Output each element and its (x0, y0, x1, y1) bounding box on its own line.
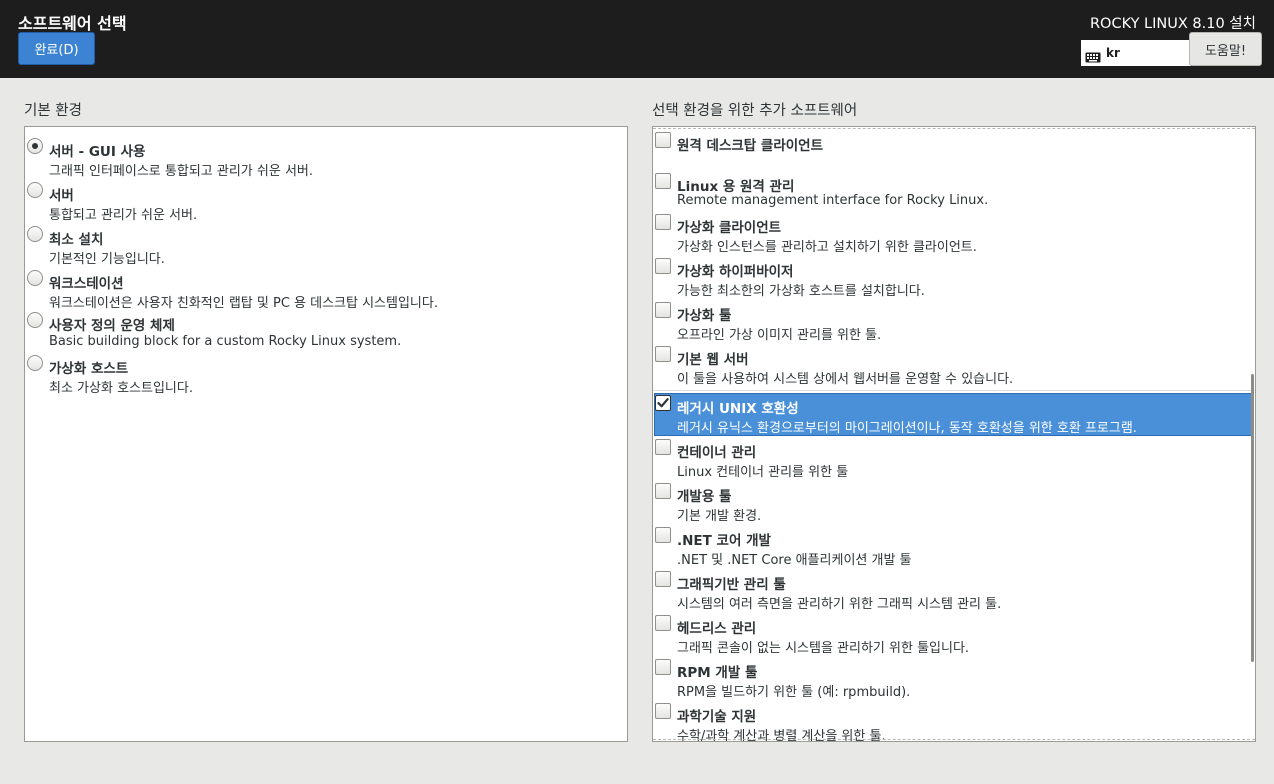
checkbox[interactable] (655, 483, 671, 499)
base-environment-label: 기본 환경 (24, 103, 82, 119)
item-desc: Linux 컨테이너 관리를 위한 툴 (677, 465, 849, 480)
item-name: 레거시 UNIX 호환성 (677, 401, 799, 417)
radio[interactable] (27, 226, 43, 242)
keyboard-icon (1085, 48, 1101, 62)
item-name: 컨테이너 관리 (677, 445, 757, 461)
radio[interactable] (27, 312, 43, 328)
checkbox[interactable] (655, 659, 671, 675)
keyboard-layout-code: kr (1106, 46, 1120, 60)
item-name: 워크스테이션 (49, 276, 124, 292)
base-environment-list[interactable]: 서버 - GUI 사용 그래픽 인터페이스로 통합되고 관리가 쉬운 서버. 서… (24, 126, 628, 742)
list-bottom-edge (653, 739, 1255, 740)
item-name: 서버 - GUI 사용 (49, 144, 146, 160)
checkbox[interactable] (655, 132, 671, 148)
header-bar: 소프트웨어 선택 완료(D) ROCKY LINUX 8.10 설치 kr 도움… (0, 0, 1274, 78)
item-name: 가상화 하이퍼바이저 (677, 264, 794, 280)
item-name: 헤드리스 관리 (677, 621, 757, 637)
checkbox[interactable] (655, 214, 671, 230)
item-desc: 가능한 최소한의 가상화 호스트를 설치합니다. (677, 284, 925, 299)
done-button[interactable]: 완료(D) (18, 32, 95, 65)
radio-selected[interactable] (27, 138, 43, 154)
item-desc: 기본적인 기능입니다. (49, 252, 165, 267)
item-desc: Basic building block for a custom Rocky … (49, 334, 402, 349)
item-desc: 최소 가상화 호스트입니다. (49, 381, 193, 396)
item-name: 개발용 툴 (677, 489, 732, 505)
page-title: 소프트웨어 선택 (18, 14, 127, 33)
item-name: 그래픽기반 관리 툴 (677, 577, 786, 593)
checkbox[interactable] (655, 439, 671, 455)
checkbox[interactable] (655, 527, 671, 543)
item-desc: 가상화 인스턴스를 관리하고 설치하기 위한 클라이언트. (677, 240, 977, 255)
keyboard-layout-indicator[interactable]: kr (1081, 40, 1191, 66)
list-top-edge (653, 128, 1255, 129)
checkbox[interactable] (655, 302, 671, 318)
item-name: 과학기술 지원 (677, 709, 757, 725)
item-desc: 워크스테이션은 사용자 친화적인 랩탑 및 PC 용 데스크탑 시스템입니다. (49, 296, 438, 311)
radio[interactable] (27, 355, 43, 371)
checkbox[interactable] (655, 173, 671, 189)
row-separator (653, 390, 1255, 391)
addons-label: 선택 환경을 위한 추가 소프트웨어 (652, 103, 858, 119)
item-desc: 그래픽 인터페이스로 통합되고 관리가 쉬운 서버. (49, 164, 313, 179)
item-name: 사용자 정의 운영 체제 (49, 318, 175, 334)
item-name: 가상화 툴 (677, 308, 732, 324)
item-desc: .NET 및 .NET Core 애플리케이션 개발 툴 (677, 553, 912, 568)
item-desc: 오프라인 가상 이미지 관리를 위한 툴. (677, 328, 882, 343)
item-name: .NET 코어 개발 (677, 533, 771, 549)
item-desc: Remote management interface for Rocky Li… (677, 193, 989, 208)
distro-title: ROCKY LINUX 8.10 설치 (1089, 16, 1256, 32)
item-desc: RPM을 빌드하기 위한 툴 (예: rpmbuild). (677, 685, 911, 700)
item-name: 가상화 클라이언트 (677, 220, 782, 236)
item-name: 원격 데스크탑 클라이언트 (677, 138, 824, 154)
checkbox[interactable] (655, 346, 671, 362)
checkmark-icon (657, 398, 669, 408)
item-desc: 레거시 유닉스 환경으로부터의 마이그레이션이나, 동작 호환성을 위한 호환 … (677, 421, 1137, 436)
checkbox[interactable] (655, 258, 671, 274)
item-name: 최소 설치 (49, 232, 104, 248)
radio[interactable] (27, 182, 43, 198)
item-desc: 통합되고 관리가 쉬운 서버. (49, 208, 198, 223)
scrollbar[interactable] (1251, 374, 1254, 662)
item-desc: 기본 개발 환경. (677, 509, 762, 524)
checkbox[interactable] (655, 703, 671, 719)
item-name: 가상화 호스트 (49, 361, 129, 377)
item-desc: 그래픽 콘솔이 없는 시스템을 관리하기 위한 툴입니다. (677, 641, 970, 656)
item-name: 기본 웹 서버 (677, 352, 749, 368)
radio[interactable] (27, 270, 43, 286)
item-desc: 시스템의 여러 측면을 관리하기 위한 그래픽 시스템 관리 툴. (677, 597, 1002, 612)
checkbox[interactable] (655, 615, 671, 631)
checkbox-checked[interactable] (655, 395, 671, 411)
help-button[interactable]: 도움말! (1189, 32, 1262, 66)
item-name: RPM 개발 툴 (677, 665, 758, 681)
checkbox[interactable] (655, 571, 671, 587)
item-name: 서버 (49, 188, 74, 204)
addons-list[interactable]: 원격 데스크탑 클라이언트 Linux 용 원격 관리 Remote manag… (652, 126, 1256, 742)
item-desc: 이 툴을 사용하여 시스템 상에서 웹서버를 운영할 수 있습니다. (677, 372, 1014, 387)
item-name: Linux 용 원격 관리 (677, 179, 795, 195)
